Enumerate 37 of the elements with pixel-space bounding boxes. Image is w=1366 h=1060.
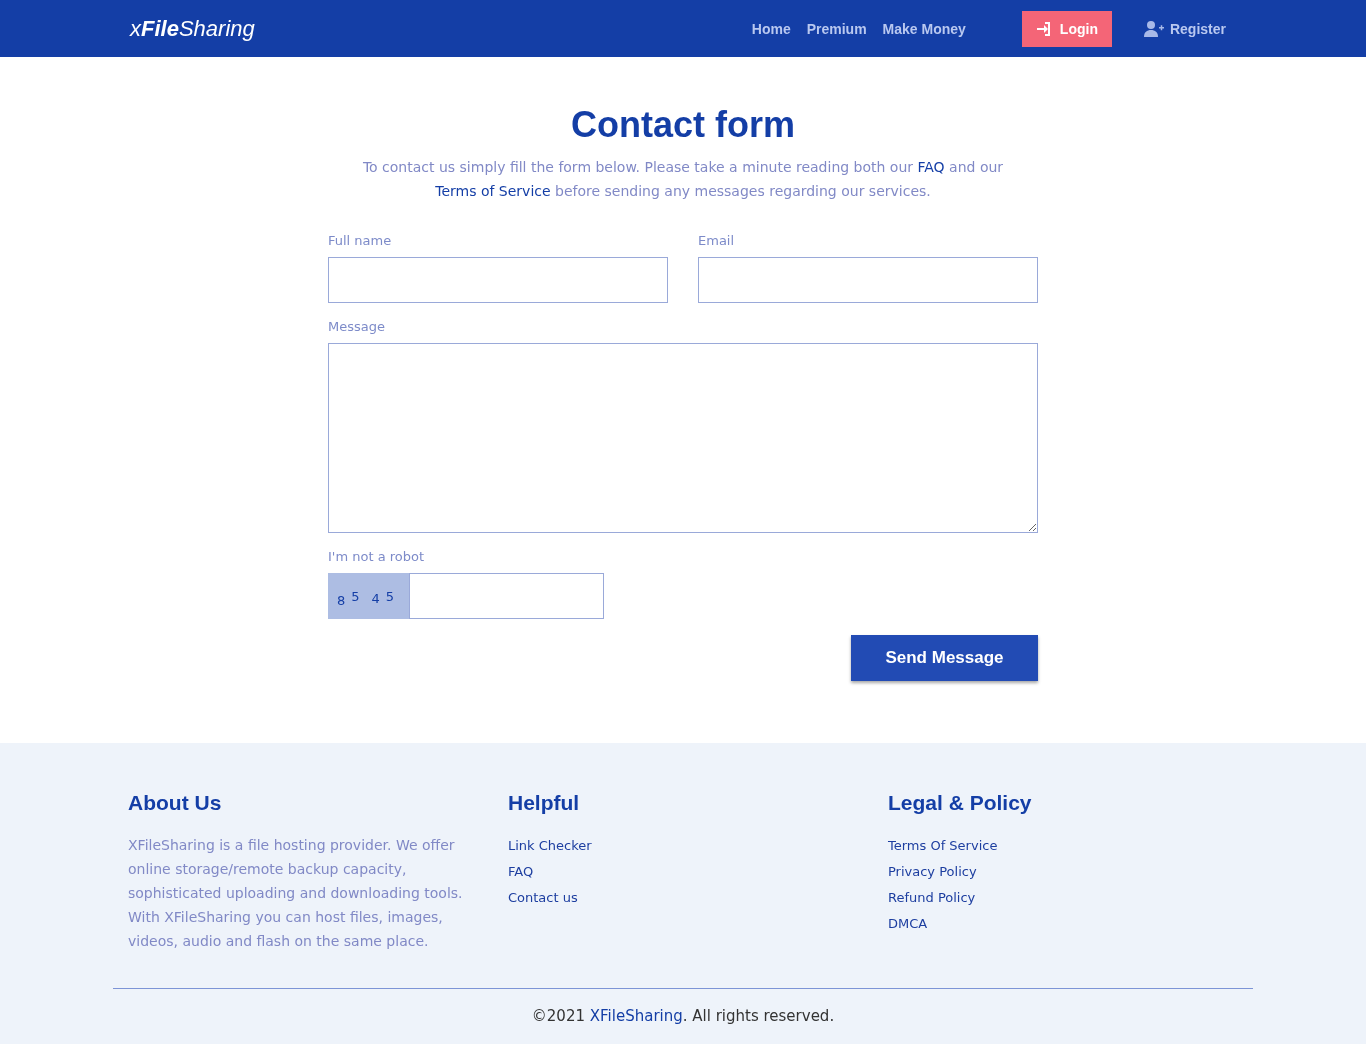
- footer-link[interactable]: Link Checker: [508, 833, 592, 859]
- captcha-digit: 5: [385, 588, 395, 604]
- captcha-digit: 5: [351, 588, 360, 604]
- field-label: Message: [328, 319, 386, 334]
- nav-link[interactable]: Make Money: [882, 20, 966, 37]
- add-user-icon: [1143, 20, 1164, 37]
- text-link[interactable]: Terms of Service: [435, 183, 551, 199]
- footer-link[interactable]: FAQ: [508, 859, 534, 885]
- nav-link[interactable]: Premium: [806, 20, 867, 37]
- logo[interactable]: xFileSharing: [130, 15, 255, 42]
- field-label: Email: [698, 233, 736, 248]
- footer-heading: About Us: [128, 790, 222, 816]
- send-message-button[interactable]: Send Message: [851, 635, 1038, 681]
- intro-text: To contact us simply fill the form below. Please take a minute reading both our FAQ and our Terms of Service before sending any messages regarding our services.: [361, 158, 1005, 201]
- captcha-field[interactable]: [409, 573, 604, 619]
- field-label: Full name: [328, 233, 393, 248]
- captcha-digit: 4: [371, 590, 380, 606]
- captcha-digit: 8: [337, 592, 346, 608]
- copyright-link[interactable]: XFileSharing: [589, 1007, 683, 1025]
- about-text: XFileSharing is a file hosting provider. We offer online storage/remote backup capacity, sophisticated uploading and downloading tools. With XFileSharing you can host files, images, videos, audio and flash on the same place.: [128, 836, 464, 951]
- copyright-text: ©2021 XFileSharing. All rights reserved.: [530, 1007, 836, 1025]
- message-field[interactable]: [328, 343, 1038, 533]
- nav-link[interactable]: Home: [751, 20, 791, 37]
- footer-link[interactable]: Privacy Policy: [888, 859, 977, 885]
- sign-in-icon: [1035, 20, 1052, 37]
- page-title: Contact form: [570, 103, 796, 147]
- footer-heading: Legal & Policy: [888, 790, 1032, 816]
- register-link[interactable]: Register: [1143, 20, 1226, 37]
- input-field[interactable]: [698, 257, 1038, 303]
- footer-heading: Helpful: [508, 790, 580, 816]
- text-link[interactable]: FAQ: [917, 159, 945, 175]
- footer-link[interactable]: Terms Of Service: [888, 833, 998, 859]
- field-label: I'm not a robot: [328, 549, 426, 564]
- input-field[interactable]: [328, 257, 668, 303]
- footer-link[interactable]: Contact us: [508, 885, 578, 911]
- footer-link[interactable]: DMCA: [888, 911, 928, 937]
- footer-link[interactable]: Refund Policy: [888, 885, 976, 911]
